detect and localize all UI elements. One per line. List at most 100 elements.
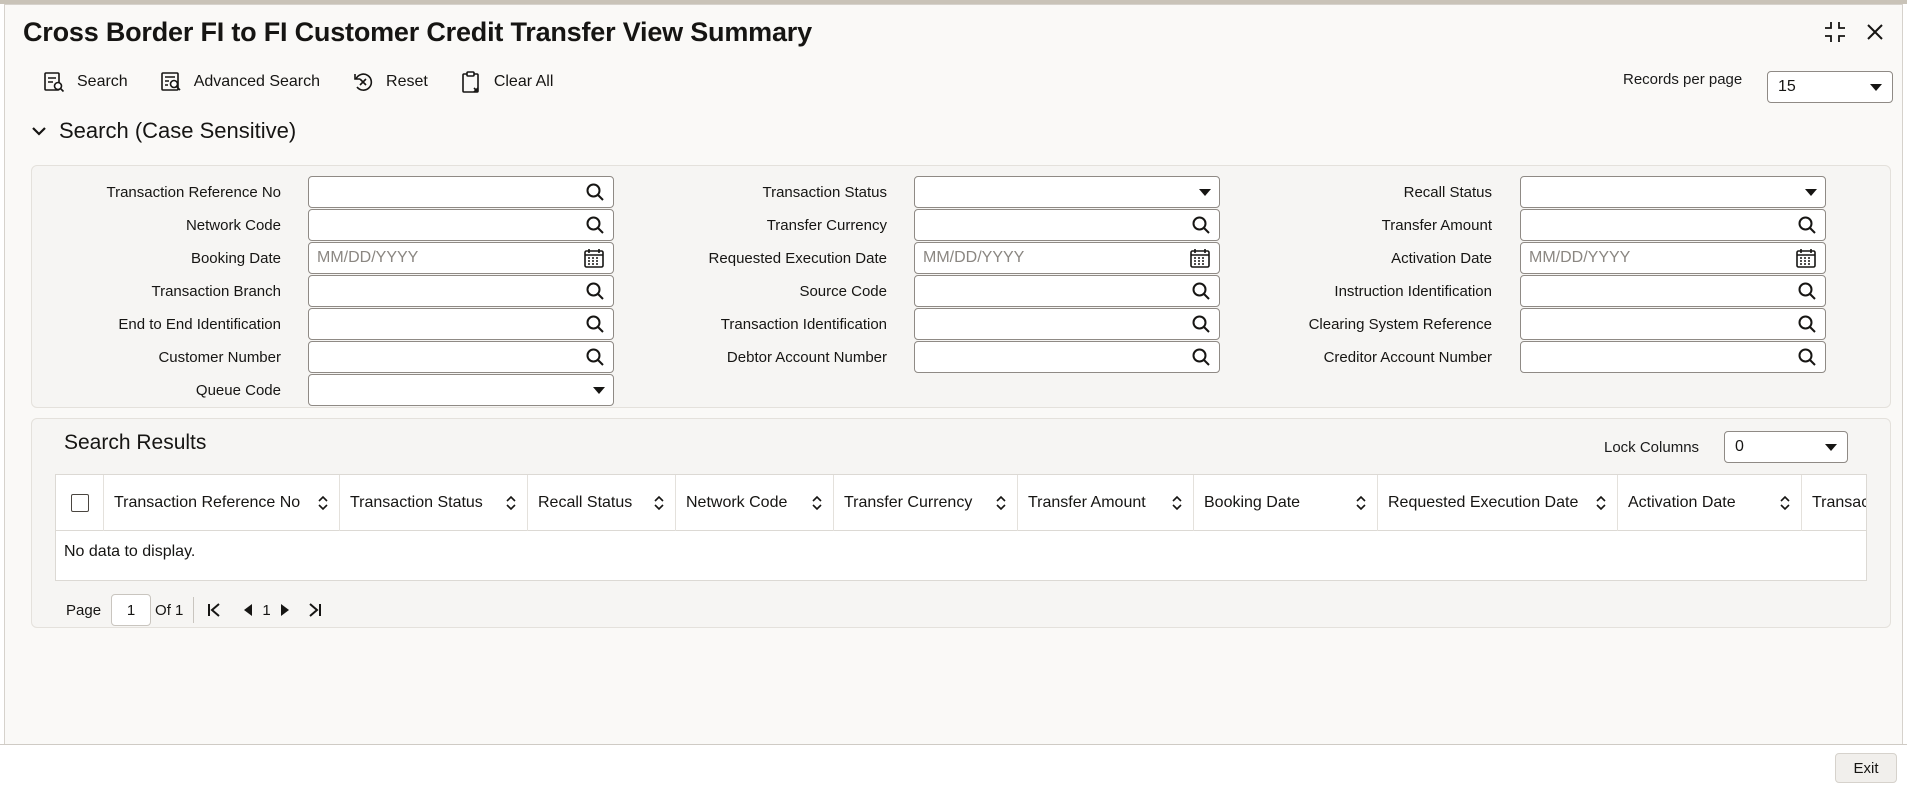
search-icon[interactable] (585, 314, 605, 334)
chevron-down-icon (1870, 83, 1882, 91)
customer-number-input[interactable] (308, 341, 614, 373)
transfer-currency-label: Transfer Currency (766, 217, 887, 234)
search-icon[interactable] (585, 182, 605, 202)
column-header[interactable]: Booking Date (1194, 475, 1378, 531)
advanced-search-label: Advanced Search (193, 73, 321, 90)
transaction-identification-input[interactable] (914, 308, 1220, 340)
search-icon[interactable] (585, 215, 605, 235)
search-icon[interactable] (1191, 347, 1211, 367)
clearing-system-reference-label: Clearing System Reference (1308, 316, 1492, 333)
transaction-reference-no-input[interactable] (308, 176, 614, 208)
page-label: Page (66, 601, 102, 619)
current-page: 1 (262, 601, 271, 619)
activation-date-input[interactable]: MM/DD/YYYY (1520, 242, 1826, 274)
reset-button[interactable]: Reset (350, 69, 428, 95)
sort-icon[interactable] (1355, 495, 1367, 511)
search-icon[interactable] (1191, 215, 1211, 235)
chevron-down-icon (1825, 443, 1837, 451)
sort-icon[interactable] (995, 495, 1007, 511)
previous-page-icon[interactable] (238, 600, 258, 620)
transfer-currency-input[interactable] (914, 209, 1220, 241)
search-icon[interactable] (1191, 314, 1211, 334)
column-header[interactable]: Transacti (1802, 475, 1866, 531)
calendar-icon[interactable] (583, 247, 605, 269)
end-to-end-identification-label: End to End Identification (118, 316, 281, 333)
instruction-identification-label: Instruction Identification (1334, 283, 1492, 300)
lock-columns-select[interactable]: 0 (1724, 431, 1848, 463)
search-button[interactable]: Search (41, 69, 128, 95)
debtor-account-number-input[interactable] (914, 341, 1220, 373)
requested-execution-date-input[interactable]: MM/DD/YYYY (914, 242, 1220, 274)
transaction-status-select[interactable] (914, 176, 1220, 208)
chevron-down-icon (1199, 188, 1211, 196)
column-header-label: Transfer Amount (1028, 494, 1146, 511)
sort-icon[interactable] (1171, 495, 1183, 511)
chevron-down-icon (593, 386, 605, 394)
sort-icon[interactable] (811, 495, 823, 511)
column-header[interactable]: Network Code (676, 475, 834, 531)
requested-execution-date-placeholder: MM/DD/YYYY (923, 249, 1025, 266)
criteria-row: Queue Code (32, 374, 1892, 407)
network-code-input[interactable] (308, 209, 614, 241)
page-of-label: Of 1 (155, 601, 184, 619)
column-header[interactable]: Transfer Currency (834, 475, 1018, 531)
creditor-account-number-input[interactable] (1520, 341, 1826, 373)
recall-status-select[interactable] (1520, 176, 1826, 208)
queue-code-select[interactable] (308, 374, 614, 406)
transfer-amount-input[interactable] (1520, 209, 1826, 241)
instruction-identification-input[interactable] (1520, 275, 1826, 307)
column-header-label: Requested Execution Date (1388, 494, 1579, 511)
column-header-label: Booking Date (1204, 494, 1301, 511)
chevron-down-icon (32, 127, 46, 136)
search-icon[interactable] (585, 347, 605, 367)
next-page-icon[interactable] (275, 600, 295, 620)
transaction-branch-label: Transaction Branch (151, 283, 281, 300)
end-to-end-identification-input[interactable] (308, 308, 614, 340)
sort-icon[interactable] (317, 495, 329, 511)
close-icon[interactable] (1862, 19, 1888, 45)
sort-icon[interactable] (653, 495, 665, 511)
exit-button[interactable]: Exit (1835, 753, 1897, 783)
column-header[interactable]: Transaction Reference No (104, 475, 340, 531)
column-header[interactable]: Activation Date (1618, 475, 1802, 531)
search-icon[interactable] (585, 281, 605, 301)
booking-date-input[interactable]: MM/DD/YYYY (308, 242, 614, 274)
records-per-page-select[interactable]: 15 (1767, 71, 1893, 103)
select-all-checkbox[interactable] (70, 494, 89, 512)
last-page-icon[interactable] (305, 600, 325, 620)
calendar-icon[interactable] (1795, 247, 1817, 269)
search-icon[interactable] (1797, 281, 1817, 301)
criteria-row: End to End Identification Transaction Id… (32, 308, 1892, 341)
transaction-branch-input[interactable] (308, 275, 614, 307)
column-header-label: Activation Date (1628, 494, 1736, 511)
clearing-system-reference-input[interactable] (1520, 308, 1826, 340)
clear-all-button[interactable]: Clear All (458, 69, 553, 95)
calendar-icon[interactable] (1189, 247, 1211, 269)
empty-message: No data to display. (64, 543, 196, 560)
sort-icon[interactable] (1595, 495, 1607, 511)
column-header[interactable]: Requested Execution Date (1378, 475, 1618, 531)
column-header-label: Transfer Currency (844, 494, 973, 511)
page-number-input[interactable]: 1 (111, 594, 152, 626)
column-header[interactable]: Transaction Status (340, 475, 528, 531)
search-section-toggle[interactable]: Search (Case Sensitive) (31, 118, 296, 144)
first-page-icon[interactable] (204, 600, 224, 620)
sort-icon[interactable] (505, 495, 517, 511)
advanced-search-button[interactable]: Advanced Search (158, 69, 320, 95)
results-table: Transaction Reference No Transaction Stat… (55, 474, 1867, 581)
page-title: Cross Border FI to FI Customer Credit Tr… (23, 17, 812, 47)
sort-icon[interactable] (1779, 495, 1791, 511)
activation-date-placeholder: MM/DD/YYYY (1529, 249, 1631, 266)
source-code-input[interactable] (914, 275, 1220, 307)
search-icon[interactable] (1191, 281, 1211, 301)
search-icon[interactable] (1797, 314, 1817, 334)
search-icon[interactable] (1797, 347, 1817, 367)
column-header[interactable]: Transfer Amount (1018, 475, 1194, 531)
transaction-reference-no-label: Transaction Reference No (106, 184, 281, 201)
minimize-icon[interactable] (1822, 19, 1848, 45)
search-icon[interactable] (1797, 215, 1817, 235)
page-number-value: 1 (126, 601, 136, 619)
column-header[interactable]: Recall Status (528, 475, 676, 531)
pagination: Page 1 Of 1 1 (66, 594, 325, 626)
search-form-icon (41, 69, 67, 95)
